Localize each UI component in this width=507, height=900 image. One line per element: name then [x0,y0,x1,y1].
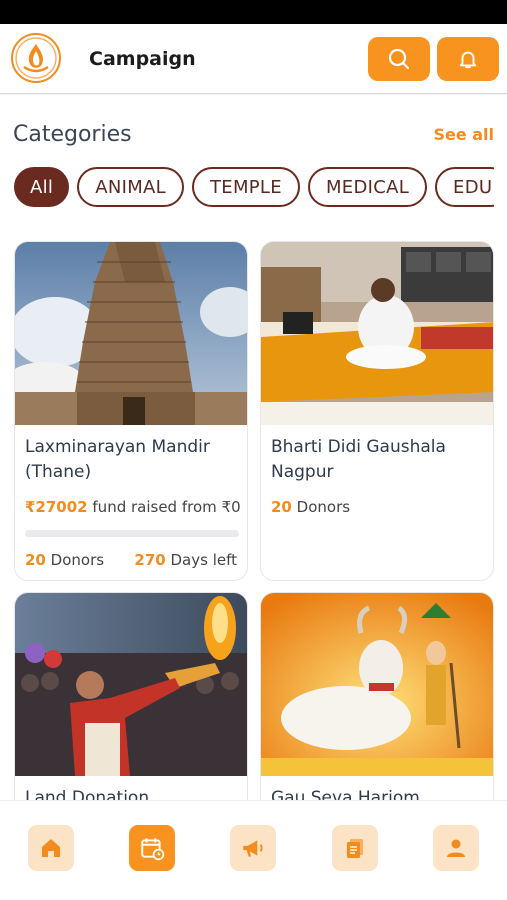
chip-medical[interactable]: MEDICAL [307,167,428,207]
search-button[interactable] [368,37,430,81]
campaign-title: Bharti Didi Gaushala Nagpur [271,437,446,482]
days-label: Days left [170,551,238,569]
days-number: 270 [134,551,166,569]
app-logo[interactable] [11,33,61,83]
page-title: Campaign [89,48,196,70]
chip-education[interactable]: EDU [435,167,494,207]
user-icon [447,839,465,857]
donor-number: 20 [25,551,46,569]
nav-home[interactable] [28,825,74,871]
search-icon [388,48,410,70]
donor-label: Donors [296,498,351,516]
nav-documents[interactable] [332,825,378,871]
donor-number: 20 [271,498,292,516]
campaign-image-temple [15,242,247,425]
chip-animal[interactable]: ANIMAL [77,167,184,207]
bell-icon [459,51,477,69]
bottom-navigation [0,800,507,900]
chip-temple[interactable]: TEMPLE [191,167,300,207]
campaign-image-cow [261,593,493,776]
days-left: 270 Days left [134,551,237,569]
status-bar [0,0,507,24]
document-icon [347,839,363,858]
donor-count: 20 Donors [25,551,104,569]
campaign-card[interactable]: Gau Seva Hariom Ashram [260,592,494,800]
nav-announcements[interactable] [230,825,276,871]
campaign-title: Gau Seva Hariom Ashram [271,788,420,800]
app-header: Campaign [0,24,507,94]
campaign-card[interactable]: Land Donation [14,592,248,800]
campaign-image-gaushala [261,242,493,425]
category-chips: All ANIMAL TEMPLE MEDICAL EDU [14,167,494,211]
main-content: Categories See all All ANIMAL TEMPLE MEDICA… [0,95,507,800]
nav-campaign[interactable] [129,825,175,871]
donor-count: 20 Donors [271,498,350,516]
donor-label: Donors [50,551,105,569]
fund-suffix: fund raised from ₹0 [92,498,241,516]
nav-profile[interactable] [433,825,479,871]
campaign-card[interactable]: Bharti Didi Gaushala Nagpur 20 Donors [260,241,494,581]
home-icon [42,839,60,857]
categories-heading: Categories [13,122,132,147]
campaign-title: Laxminarayan Mandir (Thane) [25,437,210,482]
campaign-title: Land Donation [25,788,150,800]
calendar-icon [141,838,165,861]
campaign-card[interactable]: Laxminarayan Mandir (Thane) ₹27002 fund … [14,241,248,581]
campaign-image-aarti [15,593,247,776]
fund-progress-bar [25,530,239,537]
fund-raised: ₹27002 fund raised from ₹0 [25,498,241,516]
chip-all[interactable]: All [14,167,70,207]
notification-button[interactable] [437,37,499,81]
megaphone-icon [243,840,263,857]
see-all-link[interactable]: See all [433,125,494,144]
fund-amount: ₹27002 [25,498,88,516]
